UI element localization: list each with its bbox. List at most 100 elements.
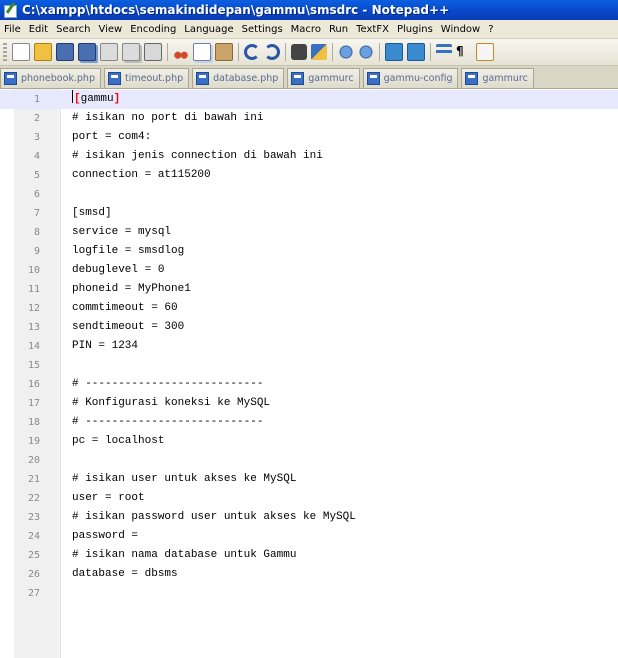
paste-icon[interactable] (215, 43, 233, 61)
code-text[interactable]: pc = localhost (72, 432, 164, 451)
menu-search[interactable]: Search (52, 24, 94, 35)
editor-line[interactable]: 27 (0, 584, 618, 603)
line-number: 24 (27, 531, 40, 542)
menu-help[interactable]: ? (484, 24, 497, 35)
code-text[interactable]: # isikan jenis connection di bawah ini (72, 147, 323, 166)
open-file-icon[interactable] (34, 43, 52, 61)
tab-gammu-config[interactable]: gammu-config (362, 68, 459, 88)
editor-line[interactable]: 5 connection = at115200 (0, 166, 618, 185)
title-bar[interactable]: C:\xampp\htdocs\semakindidepan\gammu\sms… (0, 0, 618, 20)
editor-line[interactable]: 24 password = (0, 527, 618, 546)
tab-timeout-php[interactable]: timeout.php (104, 68, 190, 88)
code-text[interactable]: [smsd] (72, 204, 112, 223)
editor-line[interactable]: 25 # isikan nama database untuk Gammu (0, 546, 618, 565)
zoom-out-icon[interactable] (358, 44, 374, 60)
code-text[interactable]: # isikan user untuk akses ke MySQL (72, 470, 296, 489)
code-text[interactable]: password = (72, 527, 138, 546)
editor-line[interactable]: 17 # Konfigurasi koneksi ke MySQL (0, 394, 618, 413)
redo-icon[interactable] (264, 44, 280, 60)
sync-vertical-icon[interactable] (385, 43, 403, 61)
notepadpp-app-icon[interactable] (3, 2, 17, 18)
saved-file-icon (108, 72, 121, 85)
code-text[interactable]: debuglevel = 0 (72, 261, 164, 280)
close-all-icon[interactable] (122, 43, 140, 61)
code-text[interactable]: # isikan no port di bawah ini (72, 109, 263, 128)
editor-line[interactable]: 20 (0, 451, 618, 470)
code-text[interactable]: logfile = smsdlog (72, 242, 184, 261)
editor-area[interactable]: 1 [gammu] 2 # isikan no port di bawah ini 3 p… (0, 89, 618, 658)
show-all-chars-icon[interactable]: ¶ (456, 44, 472, 60)
toolbar-grip[interactable] (3, 43, 7, 61)
editor-line[interactable]: 21 # isikan user untuk akses ke MySQL (0, 470, 618, 489)
word-wrap-icon[interactable] (436, 44, 452, 60)
save-all-icon[interactable] (78, 43, 96, 61)
editor-line[interactable]: 26 database = dbsms (0, 565, 618, 584)
menu-file[interactable]: File (0, 24, 25, 35)
editor-line[interactable]: 1 [gammu] (0, 90, 618, 109)
tab-gammurc[interactable]: gammurc (287, 68, 360, 88)
code-text[interactable]: # isikan password user untuk akses ke My… (72, 508, 356, 527)
menu-window[interactable]: Window (437, 24, 484, 35)
sync-horizontal-icon[interactable] (407, 43, 425, 61)
editor-line[interactable]: 3 port = com4: (0, 128, 618, 147)
menu-textfx[interactable]: TextFX (352, 24, 393, 35)
find-icon[interactable] (291, 44, 307, 60)
code-text[interactable]: sendtimeout = 300 (72, 318, 184, 337)
new-file-icon[interactable] (12, 43, 30, 61)
line-number: 21 (27, 474, 40, 485)
editor-line[interactable]: 2 # isikan no port di bawah ini (0, 109, 618, 128)
menu-settings[interactable]: Settings (238, 24, 287, 35)
tab-phonebook-php[interactable]: phonebook.php (0, 68, 101, 88)
menu-plugins[interactable]: Plugins (393, 24, 437, 35)
editor-line[interactable]: 22 user = root (0, 489, 618, 508)
editor-line[interactable]: 8 service = mysql (0, 223, 618, 242)
code-text[interactable]: phoneid = MyPhone1 (72, 280, 191, 299)
close-icon[interactable] (100, 43, 118, 61)
editor-line[interactable]: 19 pc = localhost (0, 432, 618, 451)
code-text[interactable]: database = dbsms (72, 565, 178, 584)
editor-line[interactable]: 16 # --------------------------- (0, 375, 618, 394)
save-icon[interactable] (56, 43, 74, 61)
menu-encoding[interactable]: Encoding (126, 24, 180, 35)
code-text[interactable]: [gammu] (72, 90, 120, 109)
editor-line[interactable]: 15 (0, 356, 618, 375)
editor-line[interactable]: 13 sendtimeout = 300 (0, 318, 618, 337)
code-text[interactable]: # --------------------------- (72, 375, 263, 394)
replace-icon[interactable] (311, 44, 327, 60)
code-text[interactable]: service = mysql (72, 223, 171, 242)
editor-line[interactable]: 4 # isikan jenis connection di bawah ini (0, 147, 618, 166)
code-text[interactable]: PIN = 1234 (72, 337, 138, 356)
indent-guide-icon[interactable] (476, 43, 494, 61)
code-text[interactable]: # isikan nama database untuk Gammu (72, 546, 296, 565)
zoom-in-icon[interactable] (338, 44, 354, 60)
code-text[interactable]: # --------------------------- (72, 413, 263, 432)
code-text[interactable]: commtimeout = 60 (72, 299, 178, 318)
code-text[interactable]: user = root (72, 489, 145, 508)
editor-line[interactable]: 18 # --------------------------- (0, 413, 618, 432)
tab-gammurc[interactable]: gammurc (461, 68, 534, 88)
cut-icon[interactable] (173, 44, 189, 60)
tab-database-php[interactable]: database.php (192, 68, 285, 88)
editor-line[interactable]: 14 PIN = 1234 (0, 337, 618, 356)
menu-edit[interactable]: Edit (25, 24, 52, 35)
editor-line[interactable]: 6 (0, 185, 618, 204)
editor-line[interactable]: 11 phoneid = MyPhone1 (0, 280, 618, 299)
code-text[interactable]: connection = at115200 (72, 166, 211, 185)
editor-line[interactable]: 23 # isikan password user untuk akses ke … (0, 508, 618, 527)
print-icon[interactable] (144, 43, 162, 61)
editor-line[interactable]: 7 [smsd] (0, 204, 618, 223)
editor-line[interactable]: 12 commtimeout = 60 (0, 299, 618, 318)
menu-view[interactable]: View (94, 24, 126, 35)
editor-line[interactable]: 10 debuglevel = 0 (0, 261, 618, 280)
bracket-match-highlight: [ (74, 93, 81, 105)
undo-icon[interactable] (244, 44, 260, 60)
copy-icon[interactable] (193, 43, 211, 61)
menu-language[interactable]: Language (180, 24, 237, 35)
code-text[interactable]: port = com4: (72, 128, 151, 147)
line-number: 16 (27, 379, 40, 390)
menu-macro[interactable]: Macro (287, 24, 325, 35)
code-text[interactable]: # Konfigurasi koneksi ke MySQL (72, 394, 270, 413)
editor-line[interactable]: 9 logfile = smsdlog (0, 242, 618, 261)
text-caret (72, 90, 73, 103)
menu-run[interactable]: Run (325, 24, 352, 35)
